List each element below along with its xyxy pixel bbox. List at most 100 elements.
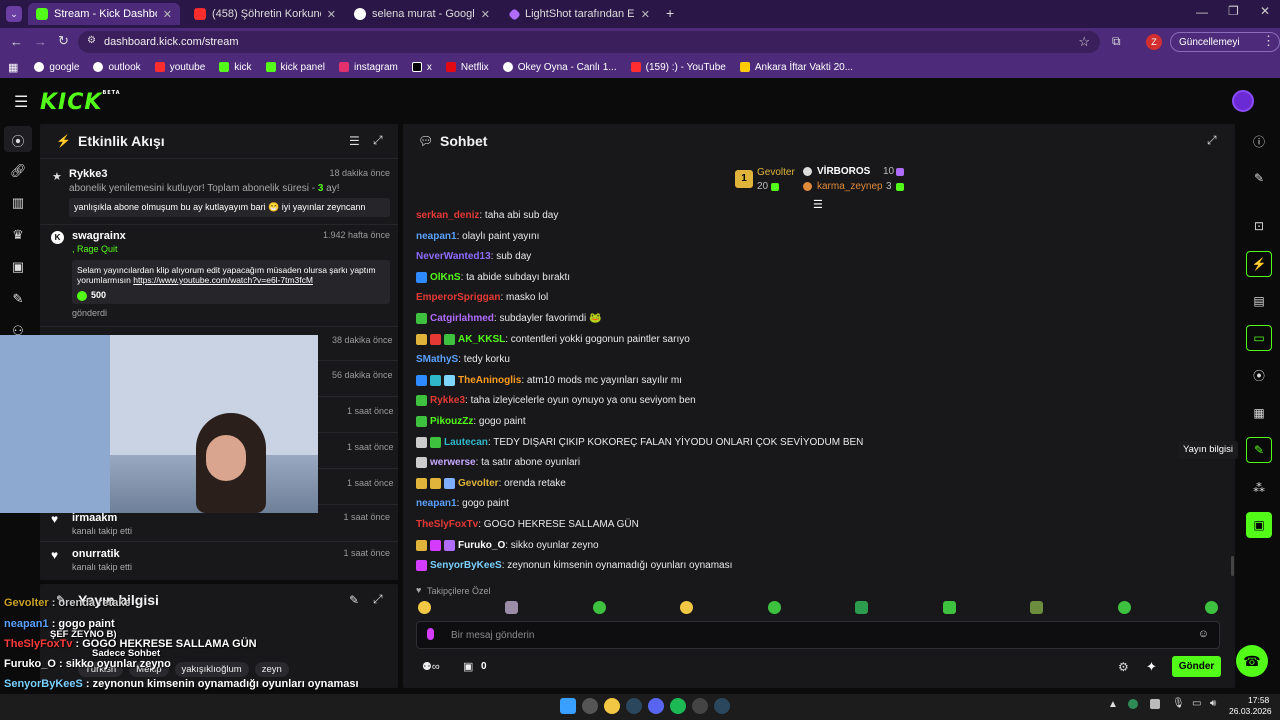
close-icon[interactable]: ✕ bbox=[163, 8, 172, 21]
emote-icon[interactable] bbox=[767, 601, 781, 614]
chrome-icon[interactable] bbox=[604, 698, 620, 714]
activity-feed-toggle-icon[interactable]: ⚡ bbox=[1246, 251, 1272, 277]
new-tab-button[interactable]: + bbox=[666, 5, 674, 21]
chat-username[interactable]: TheAninoglis bbox=[458, 375, 521, 386]
obs-icon[interactable] bbox=[692, 698, 708, 714]
close-icon[interactable]: ✕ bbox=[327, 8, 336, 21]
screenshot-icon[interactable]: ⊡ bbox=[1246, 213, 1272, 239]
emote-icon[interactable] bbox=[680, 601, 694, 614]
collapse-icon[interactable]: ☰ bbox=[813, 198, 823, 211]
steam-icon[interactable] bbox=[626, 698, 642, 714]
bookmark-kick[interactable]: kick bbox=[219, 62, 252, 73]
tag-chip[interactable]: yakışıklıoğlum bbox=[174, 662, 249, 677]
analytics-icon[interactable]: ▥ bbox=[10, 195, 26, 211]
emote-icon[interactable] bbox=[855, 601, 869, 614]
close-icon[interactable]: ✕ bbox=[481, 8, 490, 21]
network-icon[interactable]: ▭ bbox=[1192, 698, 1201, 709]
chat-scrollbar[interactable] bbox=[1231, 556, 1234, 576]
tray-app-icon[interactable] bbox=[1128, 699, 1138, 709]
bookmark-star-icon[interactable]: ☆ bbox=[1078, 34, 1090, 50]
activity-link[interactable]: https://www.youtube.com/watch?v=e6l-7tm3… bbox=[133, 275, 313, 285]
chat-username[interactable]: Catgirlahmed bbox=[430, 313, 494, 324]
send-button[interactable]: Gönder bbox=[1172, 656, 1221, 677]
chat-username[interactable]: OlKnS bbox=[430, 272, 461, 283]
chat-input-box[interactable]: Bir mesaj gönderin ☺ bbox=[416, 621, 1220, 649]
activity-username[interactable]: onurratik bbox=[72, 548, 120, 560]
bookmark-netflix[interactable]: Netflix bbox=[445, 62, 489, 73]
broadcast-icon[interactable]: ⦿ bbox=[1246, 362, 1272, 388]
chat-username[interactable]: werwerse bbox=[430, 457, 476, 468]
bookmark-youtube-159[interactable]: (159) :) - YouTube bbox=[630, 62, 726, 73]
tab-search-button[interactable]: ⌄ bbox=[6, 6, 22, 22]
emote-icon[interactable] bbox=[1030, 601, 1044, 614]
leaderboard-name[interactable]: Gevolter bbox=[757, 167, 795, 178]
bookmark-instagram[interactable]: instagram bbox=[338, 62, 398, 73]
chat-username[interactable]: neapan1 bbox=[416, 498, 457, 509]
apps-grid-icon[interactable]: ▦ bbox=[8, 61, 18, 74]
edit-pencil-icon[interactable]: ✎ bbox=[349, 593, 359, 607]
notes-icon[interactable]: ▤ bbox=[1246, 288, 1272, 314]
emote-icon[interactable] bbox=[1204, 601, 1218, 614]
bookmark-outlook[interactable]: outlook bbox=[93, 62, 141, 73]
extensions-icon[interactable]: ⧉ bbox=[1112, 34, 1121, 49]
bookmark-okey[interactable]: Okey Oyna - Canlı 1... bbox=[502, 62, 617, 73]
video-icon[interactable]: ▣ bbox=[10, 259, 26, 275]
help-icon[interactable]: ☎ bbox=[1236, 645, 1268, 677]
wrench-icon[interactable]: ✎ bbox=[10, 291, 26, 307]
edit-icon[interactable]: ✎ bbox=[1246, 165, 1272, 191]
microphone-icon[interactable]: 🎙︎ bbox=[1172, 698, 1185, 709]
bookmark-x[interactable]: x bbox=[411, 62, 432, 73]
minimize-icon[interactable]: — bbox=[1196, 5, 1208, 19]
leaderboard-name[interactable]: VİRBOROS bbox=[817, 166, 870, 177]
chat-username[interactable]: SMathyS bbox=[416, 354, 458, 365]
chat-username[interactable]: EmperorSpriggan bbox=[416, 292, 500, 303]
search-icon[interactable] bbox=[582, 698, 598, 714]
emote-picker-icon[interactable]: ✦ bbox=[1146, 659, 1157, 675]
clock-time[interactable]: 17:58 bbox=[1248, 695, 1269, 705]
tray-app-icon[interactable] bbox=[1150, 699, 1160, 709]
bookmark-kick-panel[interactable]: kick panel bbox=[265, 62, 325, 73]
trophy-icon[interactable]: ♛ bbox=[10, 227, 26, 243]
microphone-icon[interactable] bbox=[427, 628, 434, 640]
volume-icon[interactable]: 🔊︎ bbox=[1210, 698, 1216, 709]
hamburger-menu-icon[interactable]: ☰ bbox=[14, 92, 28, 112]
layout-icon[interactable]: ▦ bbox=[1246, 400, 1272, 426]
emote-icon[interactable] bbox=[1117, 601, 1131, 614]
stream-info-toggle-icon[interactable]: ✎ bbox=[1246, 437, 1272, 463]
broadcast-icon[interactable]: ⦿ bbox=[10, 131, 26, 149]
settings-icon[interactable]: ⚙ bbox=[1118, 660, 1129, 674]
popout-icon[interactable]: ⤢ bbox=[373, 592, 383, 607]
activity-username[interactable]: irmaakm bbox=[72, 512, 117, 524]
tag-chip[interactable]: zeyn bbox=[254, 662, 289, 677]
share-icon[interactable]: ⁂ bbox=[1246, 475, 1272, 501]
store-icon[interactable]: ▣ bbox=[463, 660, 473, 673]
link-icon[interactable]: 🔗︎ bbox=[10, 163, 27, 179]
chat-username[interactable]: TheSlyFoxTv bbox=[416, 519, 478, 530]
chat-username[interactable]: serkan_deniz bbox=[416, 210, 479, 221]
channel-points-icon[interactable]: ⚉∞ bbox=[422, 660, 440, 673]
chat-username[interactable]: AK_KKSL bbox=[458, 334, 505, 345]
windows-start-icon[interactable] bbox=[560, 698, 576, 714]
maximize-icon[interactable]: ❐ bbox=[1228, 4, 1239, 18]
forward-icon[interactable]: → bbox=[34, 34, 47, 49]
emoji-icon[interactable]: ☺ bbox=[1198, 628, 1209, 640]
tab-google[interactable]: selena murat - Google'da Ara ✕ bbox=[346, 3, 498, 25]
spotify-icon[interactable] bbox=[670, 698, 686, 714]
activity-username[interactable]: swagrainx bbox=[72, 230, 126, 242]
steam-icon[interactable] bbox=[714, 698, 730, 714]
emote-icon[interactable] bbox=[942, 601, 956, 614]
discord-icon[interactable] bbox=[648, 698, 664, 714]
game-icon[interactable]: ▣ bbox=[1246, 512, 1272, 538]
leaderboard-rank1[interactable]: 1 bbox=[735, 170, 753, 188]
bookmark-iftar[interactable]: Ankara İftar Vakti 20... bbox=[739, 62, 853, 73]
chat-username[interactable]: Gevolter bbox=[458, 478, 499, 489]
tab-lightshot[interactable]: LightShot tarafından Ekran Gör ✕ bbox=[502, 3, 658, 25]
leaderboard-name[interactable]: karma_zeynep bbox=[817, 181, 883, 192]
tab-kick-dashboard[interactable]: Stream - Kick Dashboard ✕ bbox=[28, 3, 180, 25]
emote-icon[interactable] bbox=[505, 601, 519, 614]
close-icon[interactable]: ✕ bbox=[641, 8, 650, 21]
menu-dots-icon[interactable]: ⋮ bbox=[1262, 33, 1275, 49]
url-bar[interactable]: ⚙ dashboard.kick.com/stream ☆ bbox=[78, 31, 1100, 53]
tray-chevron-icon[interactable]: ▲ bbox=[1108, 699, 1118, 710]
chat-username[interactable]: NeverWanted13 bbox=[416, 251, 491, 262]
